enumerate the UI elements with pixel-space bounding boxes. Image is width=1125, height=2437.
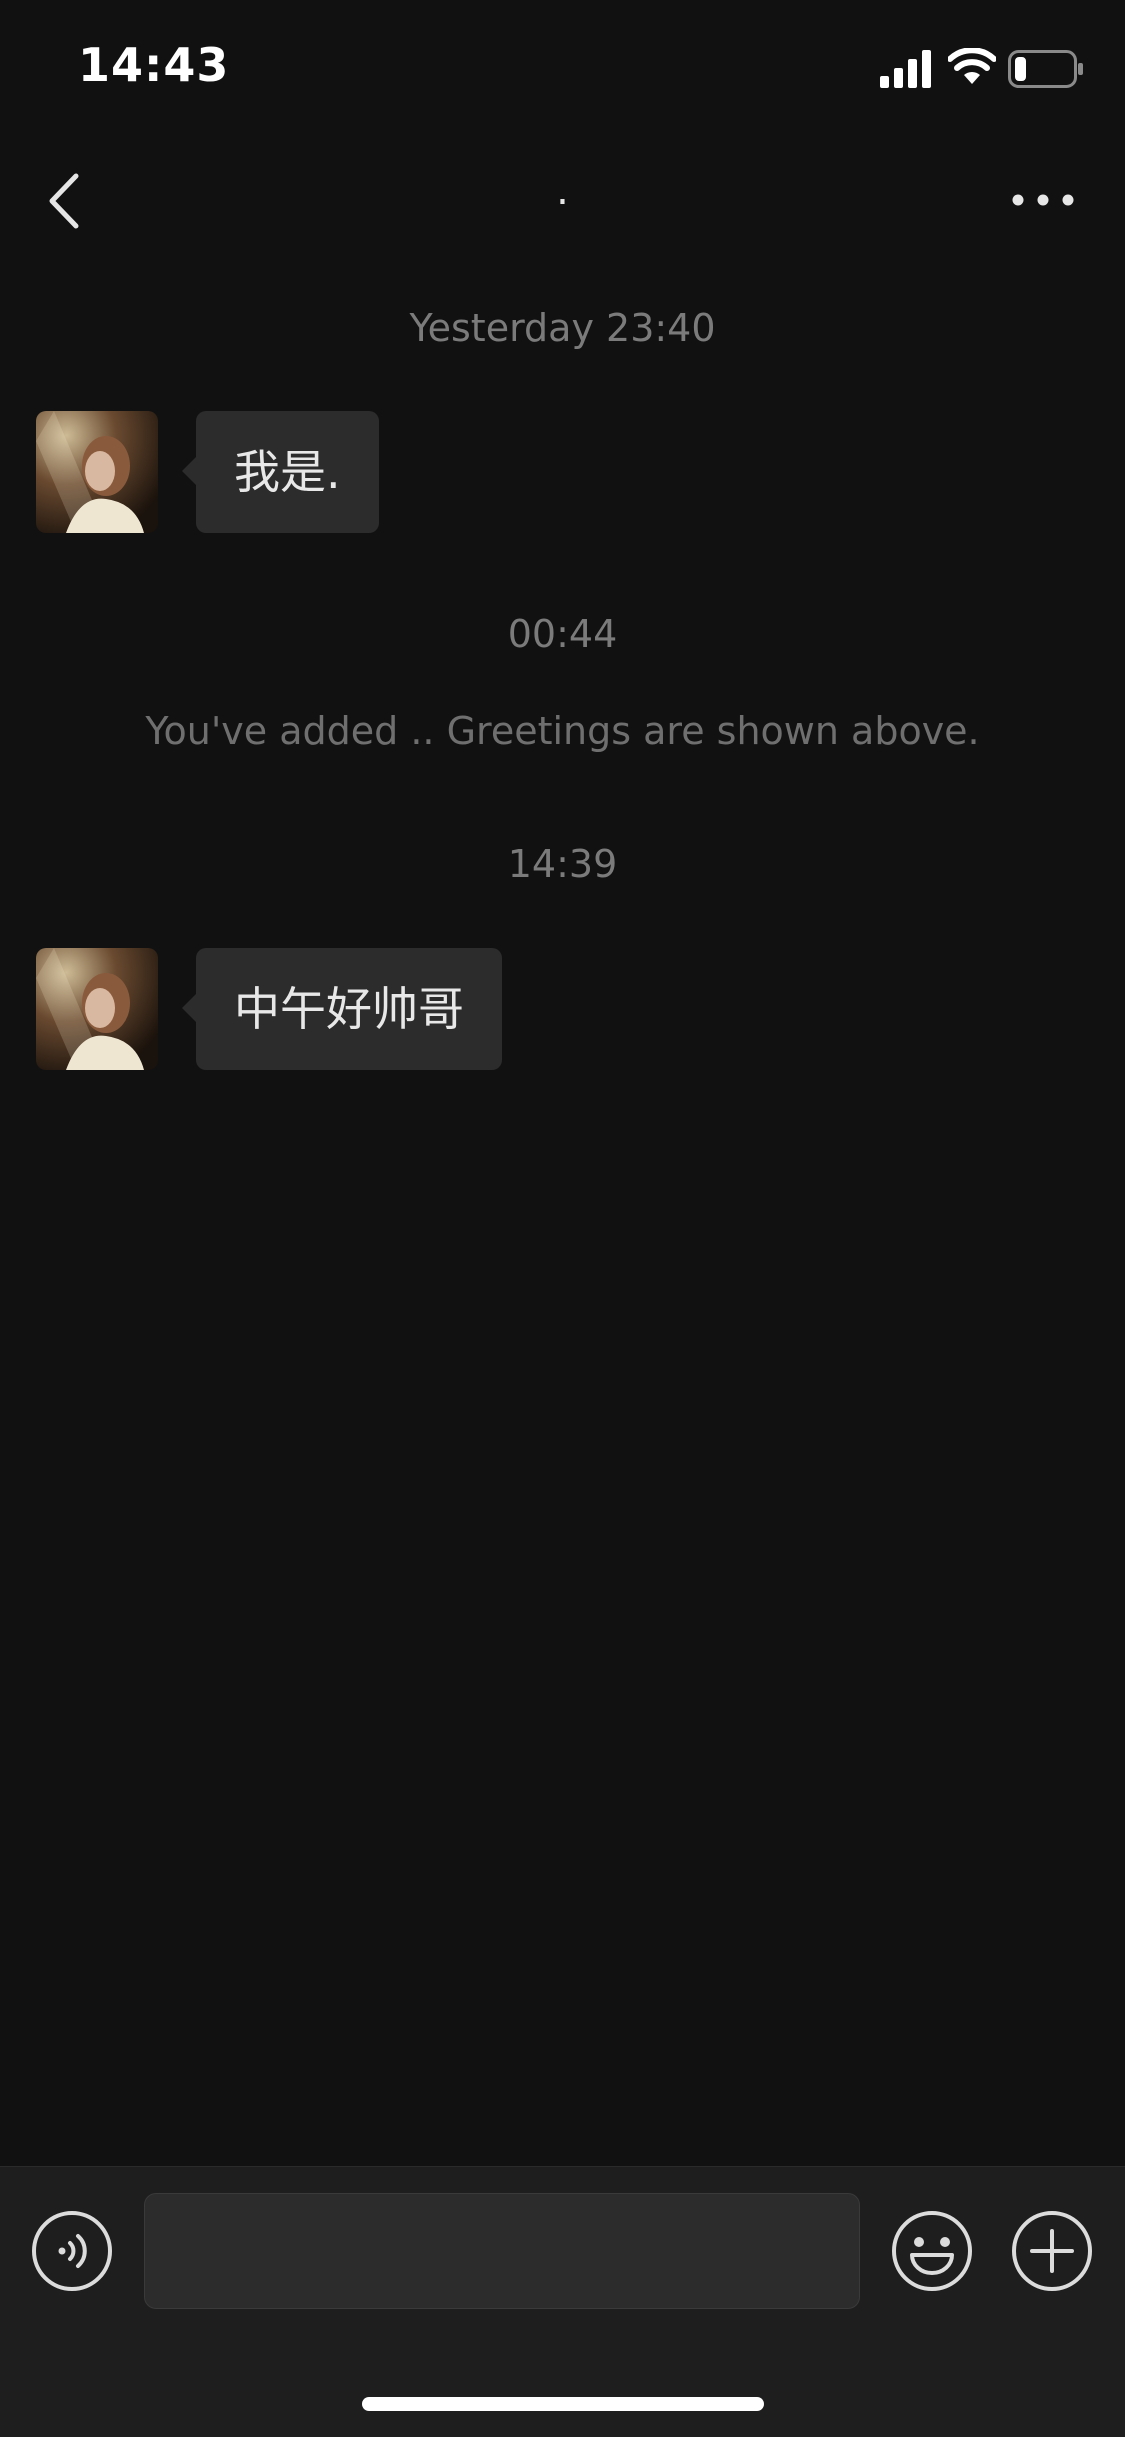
status-bar: 14:43 [0,0,1125,140]
timestamp: Yesterday 23:40 [409,306,716,350]
message-text: 中午好帅哥 [234,982,464,1036]
wifi-icon [948,48,996,84]
home-indicator [362,2397,764,2411]
contact-avatar[interactable] [36,948,158,1070]
chat-area[interactable]: Yesterday 23:40 我是. 00:44 You've added .… [0,256,1125,2166]
message-input[interactable] [144,2193,860,2309]
more-horizontal-icon [1012,194,1074,206]
plus-button[interactable] [1010,2209,1094,2293]
emoji-button[interactable] [890,2209,974,2293]
timestamp: 14:39 [507,842,618,886]
message-bubble[interactable]: 我是. [182,411,379,533]
status-time: 14:43 [78,38,230,92]
signal-icon [880,50,931,88]
emoji-icon [892,2211,972,2291]
system-note: You've added .. Greetings are shown abov… [145,709,980,753]
more-button[interactable] [1008,180,1078,220]
nav-bar: . [0,140,1125,256]
chat-title: . [556,168,569,214]
message-text: 我是. [234,445,341,499]
voice-button[interactable] [30,2209,114,2293]
message-bubble[interactable]: 中午好帅哥 [182,948,502,1070]
voice-icon [32,2211,112,2291]
timestamp: 00:44 [507,612,618,656]
plus-icon [1012,2211,1092,2291]
contact-avatar[interactable] [36,411,158,533]
bubble-tail [182,992,198,1024]
input-bar [0,2166,1125,2437]
battery-icon [1008,50,1083,88]
bubble-tail [182,455,198,487]
